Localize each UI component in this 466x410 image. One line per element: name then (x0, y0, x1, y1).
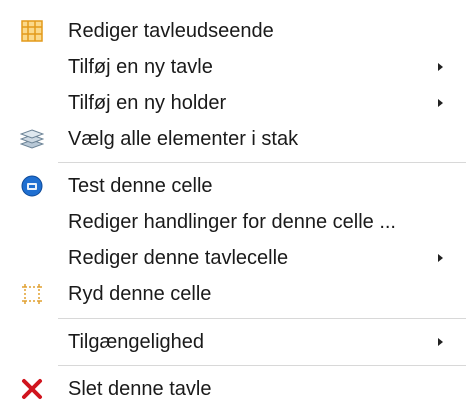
menu-item-edit-board-cell[interactable]: Rediger denne tavlecelle (0, 240, 466, 276)
menu-item-test-this-cell[interactable]: Test denne celle (0, 168, 466, 204)
menu-item-label: Rediger handlinger for denne celle ... (68, 211, 396, 233)
menu-item-add-new-holder[interactable]: Tilføj en ny holder (0, 85, 466, 121)
grid-table-icon (20, 19, 44, 43)
menu-separator (58, 318, 466, 319)
submenu-arrow-icon (438, 99, 443, 107)
menu-item-label: Tilgængelighed (68, 331, 205, 353)
menu-item-label: Ryd denne celle (68, 283, 212, 305)
submenu-arrow-icon (438, 338, 443, 346)
menu-item-label: Tilføj en ny tavle (68, 56, 213, 78)
menu-item-label: Vælg alle elementer i stak (68, 128, 299, 150)
menu-item-edit-cell-actions[interactable]: Rediger handlinger for denne celle ... (0, 204, 466, 240)
menu-separator (58, 365, 466, 366)
clear-cell-icon (20, 282, 44, 306)
menu-item-accessibility[interactable]: Tilgængelighed (0, 324, 466, 360)
menu-item-select-all-in-stack[interactable]: Vælg alle elementer i stak (0, 121, 466, 157)
menu-item-clear-this-cell[interactable]: Ryd denne celle (0, 276, 466, 312)
submenu-arrow-icon (438, 254, 443, 262)
menu-item-add-new-board[interactable]: Tilføj en ny tavle (0, 49, 466, 85)
menu-item-label: Tilføj en ny holder (68, 92, 227, 114)
submenu-arrow-icon (438, 63, 443, 71)
menu-separator (58, 162, 466, 163)
delete-x-icon (20, 377, 44, 401)
menu-item-edit-board-appearance[interactable]: Rediger tavleudseende (0, 13, 466, 49)
menu-item-label: Test denne celle (68, 175, 213, 197)
context-menu: Rediger tavleudseende Tilføj en ny tavle… (0, 0, 466, 410)
test-circle-icon (20, 174, 44, 198)
menu-item-label: Rediger tavleudseende (68, 20, 274, 42)
menu-item-delete-this-board[interactable]: Slet denne tavle (0, 371, 466, 407)
menu-item-label: Rediger denne tavlecelle (68, 247, 289, 269)
menu-item-label: Slet denne tavle (68, 378, 212, 400)
stack-layers-icon (20, 127, 44, 151)
